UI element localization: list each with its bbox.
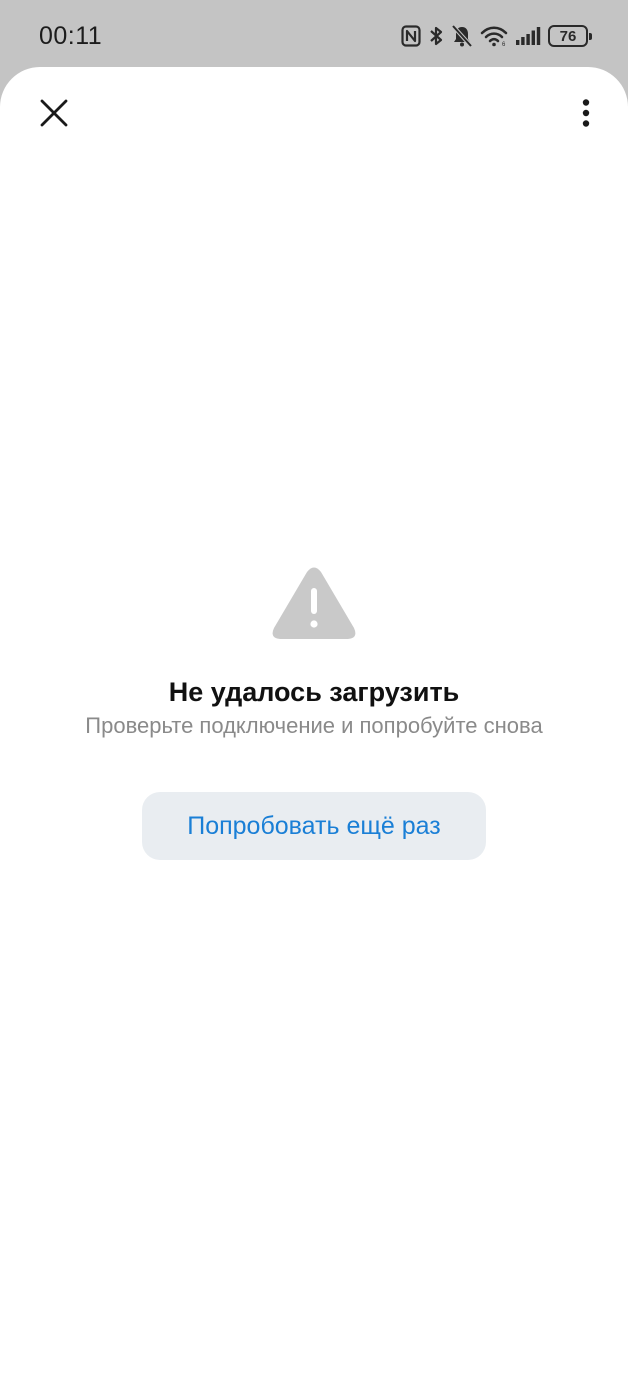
signal-icon — [515, 26, 541, 46]
mute-icon — [451, 24, 473, 48]
error-state: Не удалось загрузить Проверьте подключен… — [0, 566, 628, 860]
status-bar: 00:11 6 76 — [0, 0, 628, 68]
status-time: 00:11 — [39, 22, 103, 50]
bluetooth-icon — [428, 24, 444, 48]
more-vertical-icon — [582, 99, 590, 127]
warning-icon — [272, 567, 356, 639]
battery-level: 76 — [559, 27, 577, 45]
more-menu-button[interactable] — [576, 89, 596, 137]
error-title: Не удалось загрузить — [168, 677, 460, 707]
close-button[interactable] — [30, 89, 78, 137]
close-icon — [40, 99, 68, 127]
wifi-icon: 6 — [480, 25, 508, 47]
svg-text:6: 6 — [502, 42, 506, 47]
nfc-icon — [401, 25, 421, 47]
status-icons: 6 76 — [401, 22, 592, 50]
retry-button[interactable]: Попробовать ещё раз — [142, 792, 486, 860]
error-subtitle: Проверьте подключение и попробуйте снова — [85, 713, 543, 738]
battery-icon: 76 — [548, 25, 592, 47]
